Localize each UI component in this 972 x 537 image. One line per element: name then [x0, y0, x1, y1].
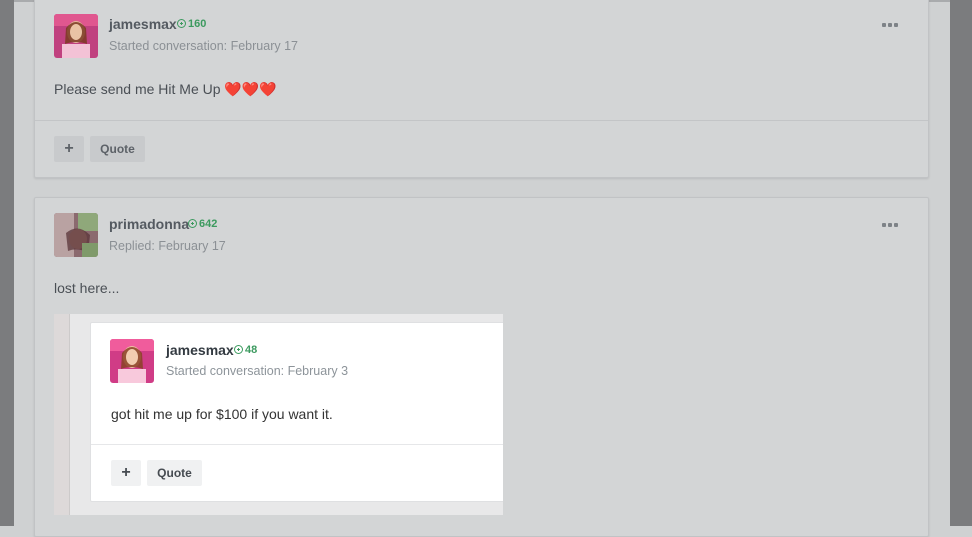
post-meta: Replied: February 17 [109, 239, 226, 253]
author-name[interactable]: primadonna [109, 216, 189, 232]
avatar[interactable] [54, 14, 98, 58]
avatar-image [110, 339, 154, 383]
post-body: got hit me up for $100 if you want it. [111, 406, 333, 422]
plus-circle-icon [188, 219, 197, 228]
reputation-plus-button: + [111, 460, 141, 486]
page-gutter-left [0, 0, 14, 526]
avatar-image [54, 213, 98, 257]
reputation-plus-button[interactable]: + [54, 136, 84, 162]
reputation-count: 48 [245, 344, 258, 356]
more-options-icon[interactable] [882, 223, 900, 229]
plus-icon: + [121, 464, 131, 481]
post-divider [91, 444, 503, 445]
embedded-post: jamesmax 48 Started conversation: Februa… [90, 322, 503, 502]
reputation-badge: 642 [188, 218, 217, 230]
avatar[interactable] [54, 213, 98, 257]
author-name[interactable]: jamesmax [109, 16, 177, 32]
plus-icon: + [64, 140, 74, 157]
more-options-icon[interactable] [882, 23, 900, 29]
reputation-badge: 160 [177, 18, 206, 30]
plus-circle-icon [177, 19, 186, 28]
page-gutter-right [950, 0, 972, 526]
post-meta: Started conversation: February 3 [166, 364, 349, 378]
plus-circle-icon [234, 345, 243, 354]
post-body: Please send me Hit Me Up ❤️❤️❤️ [54, 81, 277, 97]
post-divider [35, 120, 928, 121]
embedded-screenshot[interactable]: jamesmax 48 Started conversation: Februa… [54, 314, 503, 515]
avatar [110, 339, 154, 383]
reputation-badge: 48 [234, 344, 257, 356]
avatar-image [54, 14, 98, 58]
quote-button[interactable]: Quote [90, 136, 145, 162]
post-meta: Started conversation: February 17 [109, 39, 298, 53]
reputation-count: 642 [199, 218, 218, 230]
embed-left-stripe [54, 314, 70, 515]
reputation-count: 160 [188, 18, 207, 30]
post-jamesmax: jamesmax 160 Started conversation: Febru… [34, 0, 929, 178]
author-name: jamesmax [166, 342, 234, 358]
post-primadonna: primadonna 642 Replied: February 17 lost… [34, 197, 929, 537]
post-body: lost here... [54, 280, 120, 296]
quote-button: Quote [147, 460, 202, 486]
